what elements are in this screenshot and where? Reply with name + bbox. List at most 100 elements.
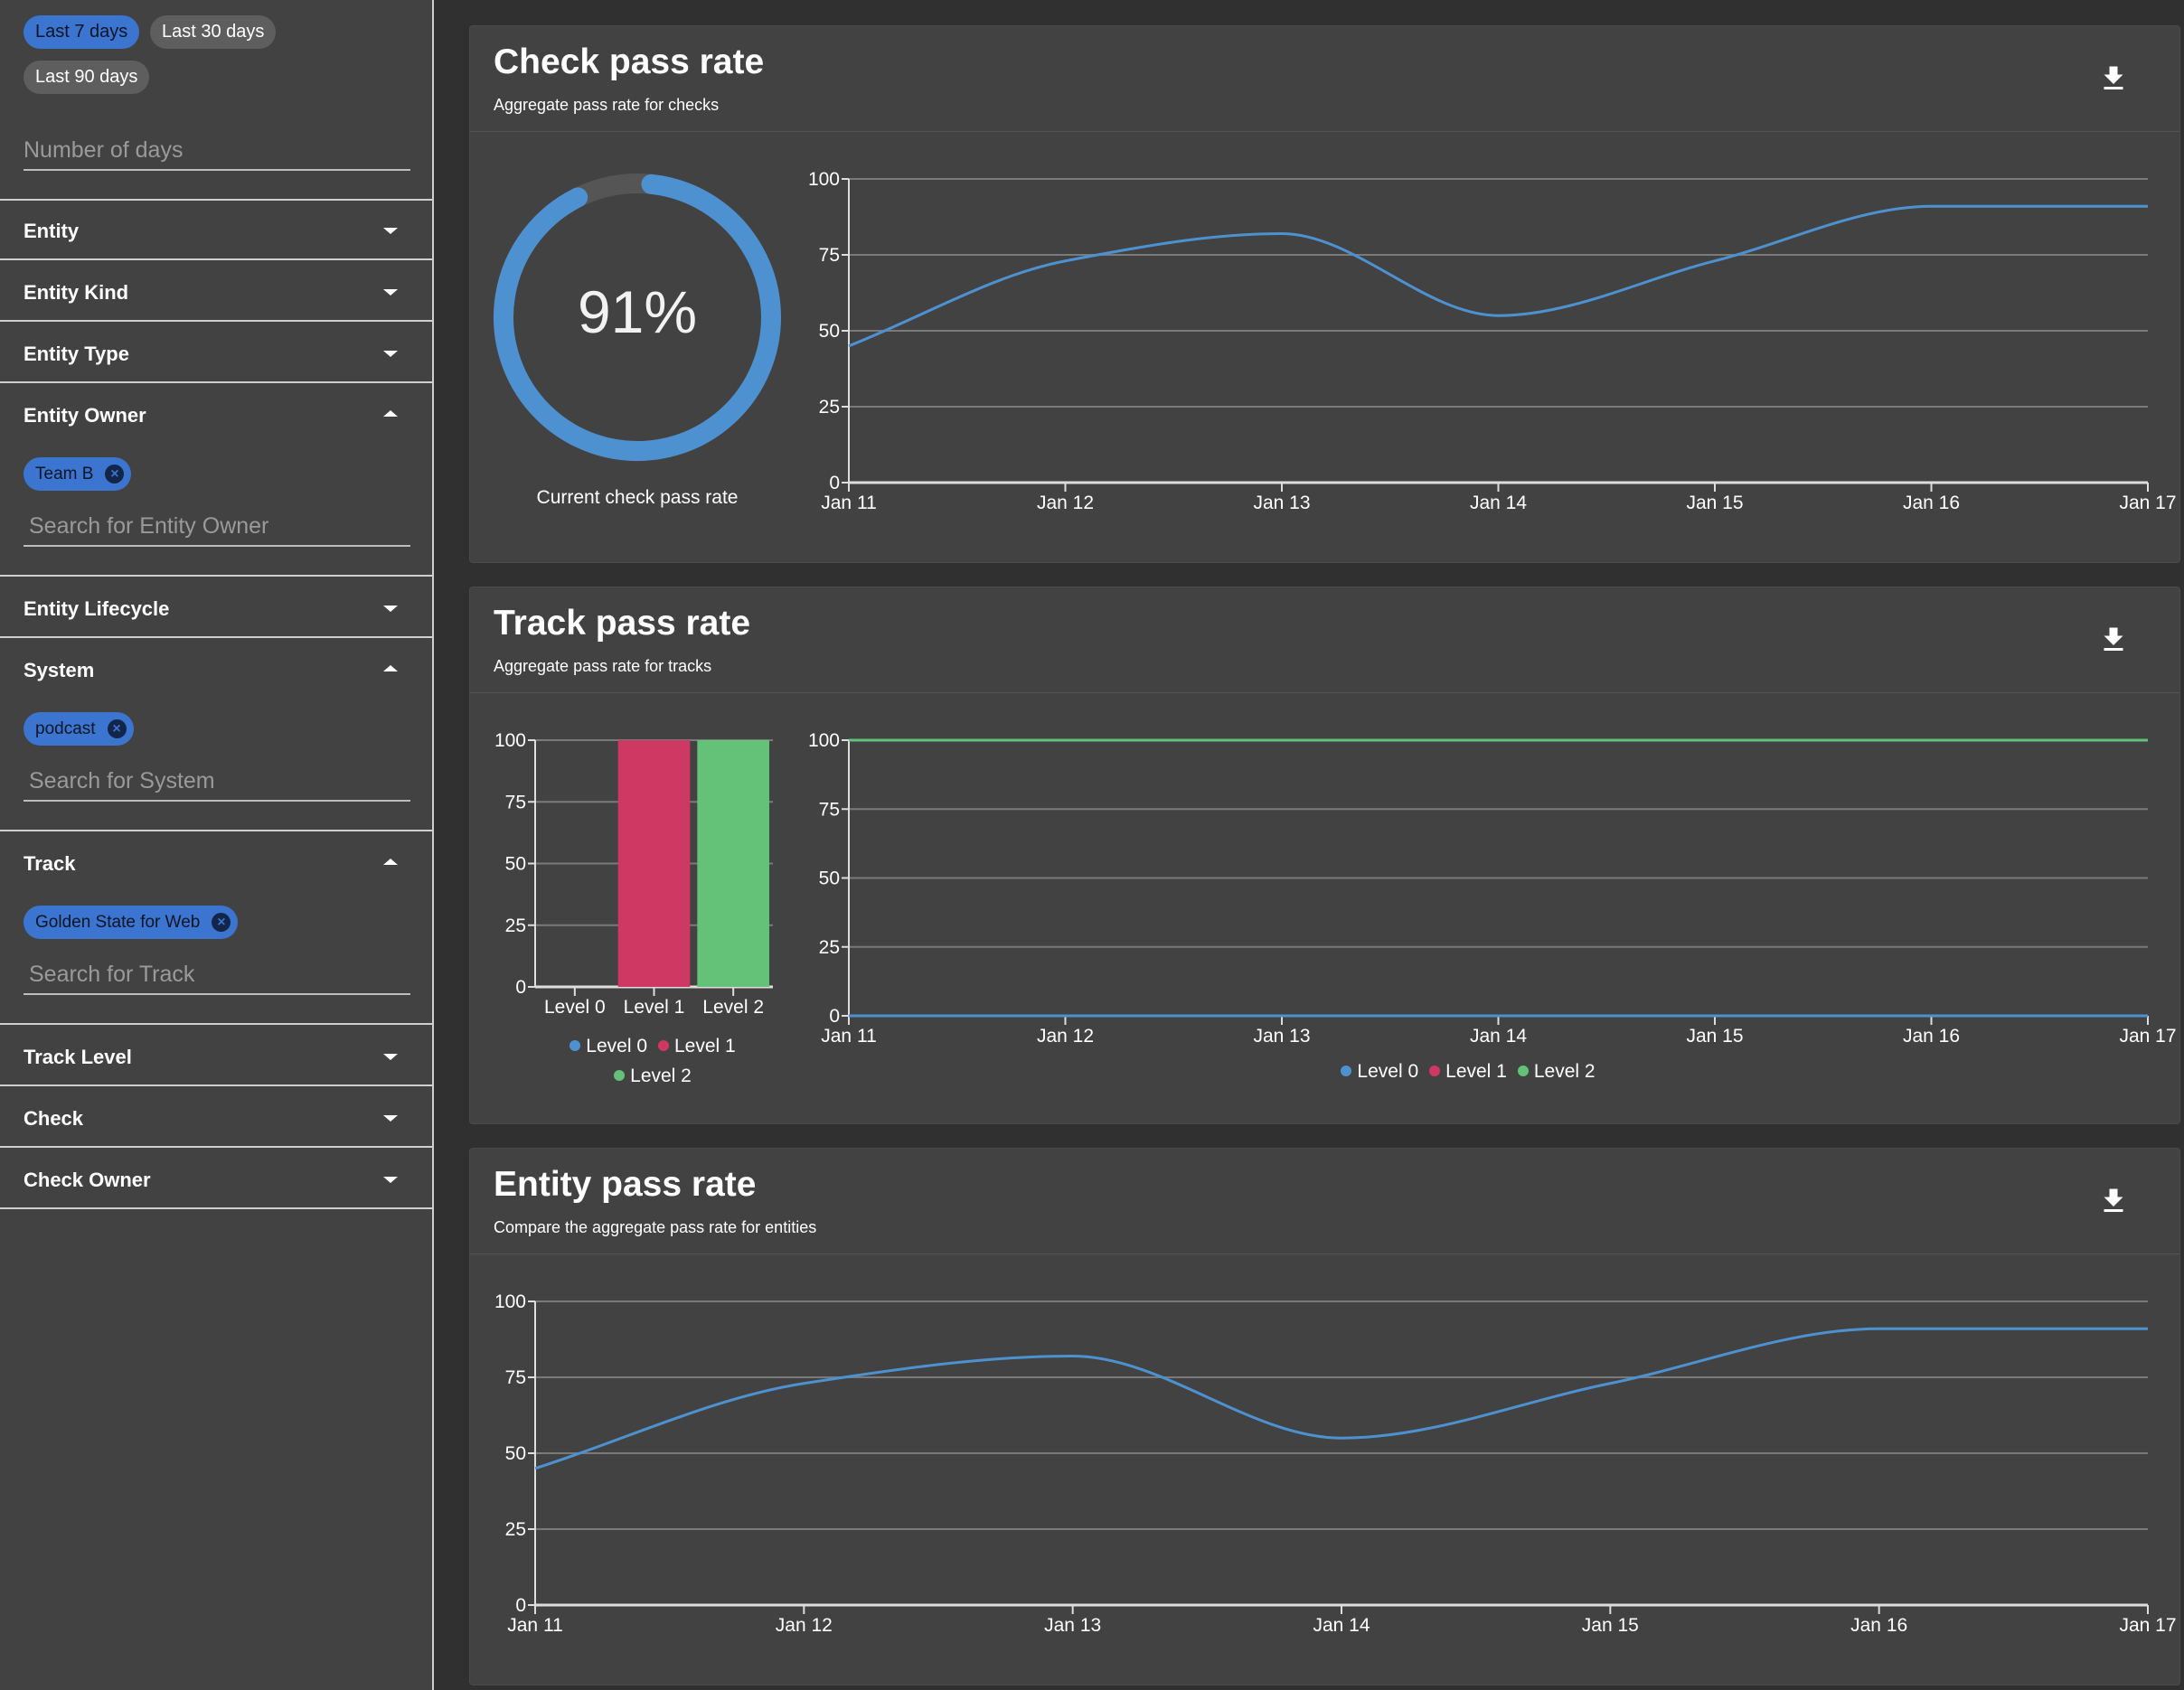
gauge-label: Current check pass rate	[536, 487, 739, 508]
chevron-down-icon[interactable]	[383, 228, 398, 234]
selected-filter-chip: Golden State for Web ×	[24, 906, 239, 939]
legend-item[interactable]: Level 2	[614, 1061, 692, 1091]
gauge-value: 91%	[577, 278, 698, 345]
y-tick-label: 25	[819, 397, 840, 418]
y-tick-label: 100	[808, 730, 840, 751]
filter-label: Entity Type	[24, 343, 129, 365]
filter-section-entity: Entity	[0, 199, 434, 260]
selected-filter-chip: podcast ×	[24, 712, 134, 746]
filter-header[interactable]: System	[0, 640, 432, 699]
chip-last-90-days[interactable]: Last 90 days	[24, 61, 150, 94]
filter-section-system: System podcast ×	[0, 640, 434, 831]
selected-filter-chip: Team B ×	[24, 457, 132, 491]
filter-header[interactable]: Entity	[0, 201, 432, 260]
chevron-up-icon[interactable]	[383, 410, 398, 417]
chevron-down-icon[interactable]	[383, 606, 398, 612]
y-tick-label: 100	[808, 169, 840, 190]
y-tick-label: 0	[515, 977, 526, 998]
chip-label: podcast	[35, 719, 96, 738]
x-tick-label: Jan 12	[1037, 1026, 1094, 1047]
entity-owner-search-input[interactable]	[24, 513, 410, 547]
filter-header[interactable]: Track	[0, 833, 432, 893]
chip-label: Team B	[35, 465, 94, 484]
bar-legend: Level 0 Level 1 Level 2	[541, 1031, 776, 1091]
filter-sidebar: Last 7 days Last 30 days Last 90 days En…	[0, 0, 434, 1690]
filter-header[interactable]: Track Level	[0, 1027, 432, 1086]
legend-item[interactable]: Level 1	[1429, 1061, 1507, 1083]
filter-label: Track Level	[24, 1046, 132, 1068]
x-tick-label: Jan 13	[1044, 1615, 1101, 1636]
chevron-up-icon[interactable]	[383, 859, 398, 865]
x-tick-label: Jan 14	[1470, 1026, 1527, 1047]
legend-item[interactable]: Level 2	[1517, 1061, 1596, 1083]
filter-label: Track	[24, 852, 76, 875]
x-tick-label: Jan 12	[776, 1615, 833, 1636]
legend-item[interactable]: Level 0	[570, 1031, 647, 1061]
filter-header[interactable]: Entity Type	[0, 324, 432, 383]
chip-last-30-days[interactable]: Last 30 days	[150, 15, 277, 49]
chevron-down-icon[interactable]	[383, 289, 398, 296]
x-tick-label: Jan 15	[1582, 1615, 1639, 1636]
remove-chip-icon[interactable]: ×	[107, 719, 127, 738]
y-tick-label: 25	[505, 1519, 526, 1540]
legend-dot	[1341, 1066, 1352, 1076]
number-of-days-input[interactable]	[24, 137, 410, 171]
chip-last-7-days[interactable]: Last 7 days	[24, 15, 140, 49]
legend-label: Level 0	[1357, 1061, 1419, 1082]
filter-header[interactable]: Entity Owner	[0, 385, 432, 445]
track-search-input[interactable]	[24, 962, 410, 995]
remove-chip-icon[interactable]: ×	[212, 913, 231, 932]
system-search-input[interactable]	[24, 768, 410, 802]
x-tick-label: Jan 14	[1470, 493, 1527, 513]
legend-label: Level 1	[674, 1036, 736, 1056]
filter-section-track-level: Track Level	[0, 1027, 434, 1086]
x-tick-label: Jan 11	[821, 1026, 877, 1047]
x-tick-label: Jan 16	[1850, 1615, 1907, 1636]
x-tick-label: Jan 17	[2119, 1026, 2176, 1047]
chip-label: Golden State for Web	[35, 913, 201, 932]
y-tick-label: 25	[505, 915, 526, 936]
legend-label: Level 1	[1445, 1061, 1507, 1082]
x-tick-label: Jan 12	[1037, 493, 1094, 513]
legend-label: Level 2	[1533, 1061, 1596, 1082]
chevron-up-icon[interactable]	[383, 665, 398, 671]
line-legend: Level 0 Level 1 Level 2	[1329, 1061, 1618, 1083]
chevron-down-icon[interactable]	[383, 1054, 398, 1060]
x-tick-label: Jan 15	[1686, 1026, 1743, 1047]
bar-level-1[interactable]	[617, 740, 691, 987]
legend-dot	[658, 1040, 669, 1051]
filter-label: Check	[24, 1107, 84, 1130]
x-tick-label: Jan 11	[507, 1615, 563, 1636]
y-tick-label: 75	[819, 799, 840, 820]
legend-label: Level 0	[586, 1036, 647, 1056]
filter-header[interactable]: Entity Lifecycle	[0, 578, 432, 638]
legend-item[interactable]: Level 0	[1341, 1061, 1418, 1083]
y-tick-label: 50	[819, 868, 840, 889]
check-pass-rate-card: Check pass rate Aggregate pass rate for …	[469, 25, 2180, 563]
chevron-down-icon[interactable]	[383, 351, 398, 357]
y-tick-label: 100	[494, 730, 526, 751]
y-tick-label: 100	[494, 1291, 526, 1312]
y-tick-label: 0	[829, 1006, 840, 1027]
legend-dot	[570, 1040, 581, 1051]
x-tick-label: Level 0	[544, 997, 606, 1018]
bar-level-2[interactable]	[697, 740, 769, 987]
filter-section-entity-owner: Entity Owner Team B ×	[0, 385, 434, 577]
filter-header[interactable]: Check Owner	[0, 1150, 432, 1209]
x-tick-label: Jan 13	[1253, 493, 1310, 513]
filter-header[interactable]: Entity Kind	[0, 262, 432, 322]
chevron-down-icon[interactable]	[383, 1177, 398, 1183]
filter-header[interactable]: Check	[0, 1088, 432, 1148]
y-tick-label: 50	[819, 321, 840, 342]
y-tick-label: 75	[819, 245, 840, 266]
legend-item[interactable]: Level 1	[658, 1031, 736, 1061]
y-tick-label: 25	[819, 937, 840, 958]
filter-section-entity-lifecycle: Entity Lifecycle	[0, 578, 434, 638]
remove-chip-icon[interactable]: ×	[105, 465, 125, 484]
y-tick-label: 50	[505, 1443, 526, 1464]
chevron-down-icon[interactable]	[383, 1115, 398, 1122]
series-line	[534, 1327, 2148, 1470]
legend-dot	[1517, 1066, 1529, 1076]
legend-dot	[1429, 1066, 1441, 1076]
y-tick-label: 50	[505, 854, 526, 875]
